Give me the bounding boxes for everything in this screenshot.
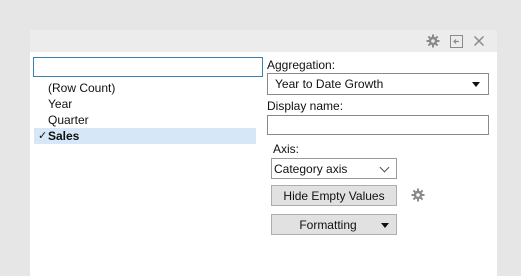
dock-icon[interactable] (448, 33, 464, 49)
chevron-down-icon (379, 162, 390, 173)
list-item-label: Quarter (48, 113, 89, 127)
formatting-button[interactable]: Formatting (271, 214, 397, 235)
axis-value: Category axis (274, 162, 348, 176)
list-item-row-count[interactable]: (Row Count) (34, 80, 256, 96)
column-search-input[interactable] (33, 57, 263, 77)
list-item-label: Year (48, 97, 73, 111)
list-item-quarter[interactable]: Quarter (34, 112, 256, 128)
aggregation-dropdown[interactable]: Year to Date Growth (267, 73, 489, 95)
aggregation-value: Year to Date Growth (275, 77, 384, 91)
axis-dropdown[interactable]: Category axis (271, 158, 397, 179)
checkmark-icon: ✓ (38, 130, 48, 142)
settings-panel: (Row Count) Year Quarter ✓ Sales Aggrega… (30, 30, 497, 276)
dropdown-arrow-icon (472, 82, 480, 87)
panel-titlebar (30, 30, 497, 52)
dropdown-arrow-icon (381, 223, 389, 228)
gear-icon[interactable] (411, 188, 427, 204)
hide-empty-values-label: Hide Empty Values (283, 189, 385, 203)
display-name-input[interactable] (267, 115, 489, 135)
list-item-year[interactable]: Year (34, 96, 256, 112)
column-list: (Row Count) Year Quarter ✓ Sales (34, 80, 256, 144)
close-icon[interactable] (471, 33, 487, 49)
list-item-sales[interactable]: ✓ Sales (34, 128, 256, 144)
aggregation-label: Aggregation: (267, 58, 336, 72)
hide-empty-values-button[interactable]: Hide Empty Values (271, 185, 397, 206)
display-name-label: Display name: (267, 99, 344, 113)
list-item-label: (Row Count) (48, 81, 116, 95)
formatting-label: Formatting (299, 218, 357, 232)
list-item-label: Sales (48, 129, 80, 143)
gear-icon[interactable] (425, 33, 441, 49)
axis-label: Axis: (273, 142, 300, 156)
